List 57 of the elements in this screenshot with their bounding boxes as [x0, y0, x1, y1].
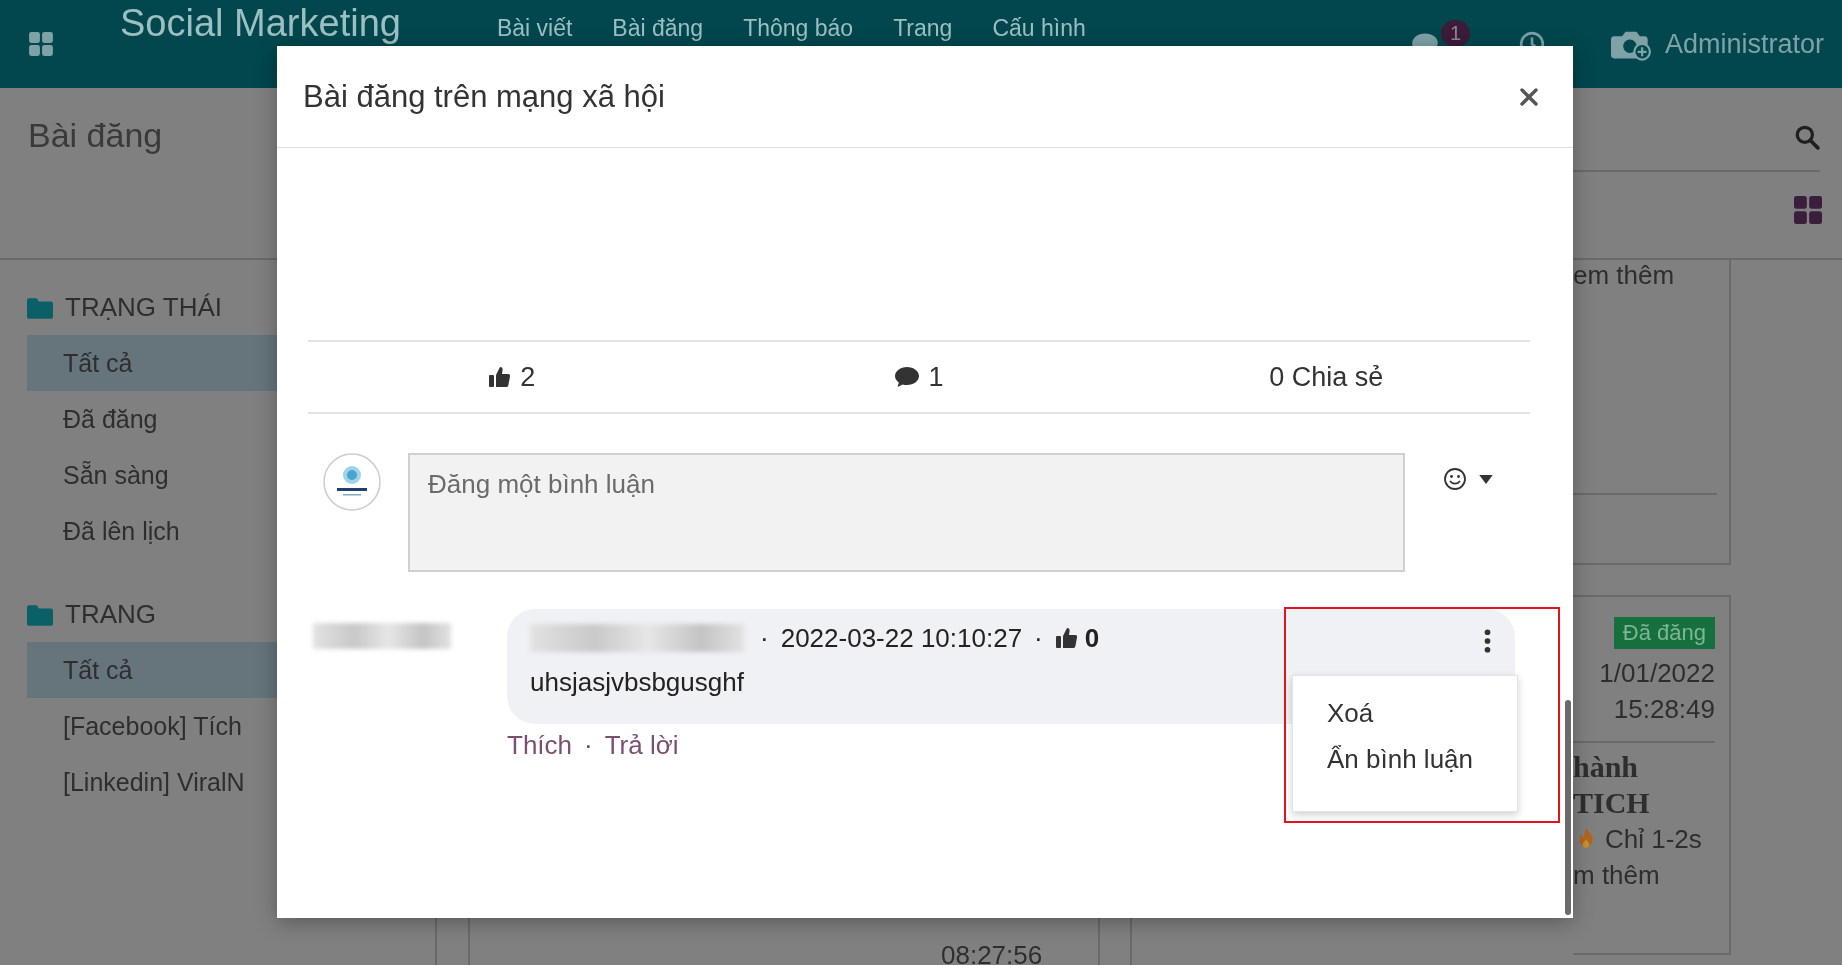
comment-like-count: 0 — [1084, 622, 1100, 654]
sidebar-item[interactable]: [Facebook] Tích — [27, 698, 277, 754]
apps-menu-icon[interactable] — [28, 31, 54, 57]
post-time: 15:28:49 — [1613, 693, 1715, 726]
folder-icon — [27, 296, 53, 319]
sidebar-item[interactable]: Đã lên lịch — [27, 503, 277, 559]
thumbs-up-icon[interactable] — [1054, 626, 1079, 650]
post-text: Chỉ 1-2s — [1605, 823, 1702, 856]
section-heading: TRANG — [65, 599, 156, 630]
separator-dot: · — [1034, 622, 1043, 654]
close-icon — [1519, 86, 1539, 107]
post-heading: hành — [1573, 749, 1639, 785]
sidebar-item[interactable]: Tất cả — [27, 642, 277, 698]
menu-item[interactable]: Bài đăng — [612, 15, 704, 41]
speech-bubble-icon[interactable] — [894, 366, 921, 388]
menu-item[interactable]: Cấu hình — [992, 15, 1086, 41]
sidebar-item[interactable]: Tất cả — [27, 335, 277, 391]
menu-item[interactable]: Bài viết — [496, 15, 573, 41]
status-badge: Đã đăng — [1613, 617, 1715, 649]
dialog-title: Bài đăng trên mạng xã hội — [303, 78, 665, 115]
separator-dot: · — [760, 622, 769, 654]
kebab-icon — [1484, 629, 1491, 653]
kanban-view-icon[interactable] — [1794, 196, 1822, 224]
menu-item[interactable]: Trang — [893, 15, 953, 41]
company-logo-avatar — [323, 453, 381, 511]
user-name[interactable]: Administrator — [1664, 28, 1824, 60]
post-text: m thêm — [1573, 859, 1660, 892]
menu-item[interactable]: Xoá — [1293, 690, 1517, 736]
search-icon[interactable] — [1794, 124, 1820, 150]
menu-item[interactable]: Ẩn bình luận — [1293, 736, 1517, 782]
app-title: Social Marketing — [120, 3, 401, 43]
post-time: 08:27:56 — [941, 940, 1043, 965]
comment-text: uhsjasjvbsbgusghf — [530, 667, 745, 698]
thumbs-up-icon[interactable] — [488, 365, 513, 389]
read-more-link[interactable]: em thêm — [1573, 260, 1675, 291]
page-title: Bài đăng — [28, 116, 163, 154]
comment-date: 2022-03-22 10:10:27 — [780, 622, 1023, 654]
sidebar-item[interactable]: Đã đăng — [27, 391, 277, 447]
emoji-button[interactable] — [1443, 467, 1493, 491]
post-heading: TICH — [1573, 785, 1650, 821]
message-count-badge: 1 — [1440, 20, 1471, 47]
like-count: 2 — [520, 361, 536, 393]
menu-item[interactable]: Thông báo — [743, 15, 854, 41]
smiley-icon — [1443, 467, 1467, 491]
comment-count: 1 — [928, 361, 944, 393]
comment-action-link[interactable]: Trả lời — [604, 730, 679, 761]
share-count: 0 Chia sẻ — [1269, 361, 1384, 393]
comment-input-field[interactable]: Đăng một bình luận — [408, 453, 1405, 572]
folder-icon — [27, 603, 53, 626]
post-date: 1/01/2022 — [1599, 657, 1715, 690]
caret-icon — [1479, 474, 1493, 484]
section-heading: TRẠNG THÁI — [65, 292, 222, 323]
sidebar-item[interactable]: [Linkedin] ViralN — [27, 754, 277, 810]
sidebar-item[interactable]: Sẵn sàng — [27, 447, 277, 503]
scrollbar-thumb[interactable] — [1565, 700, 1571, 915]
separator-dot: · — [584, 730, 593, 761]
comment-action-link[interactable]: Thích — [507, 730, 573, 761]
